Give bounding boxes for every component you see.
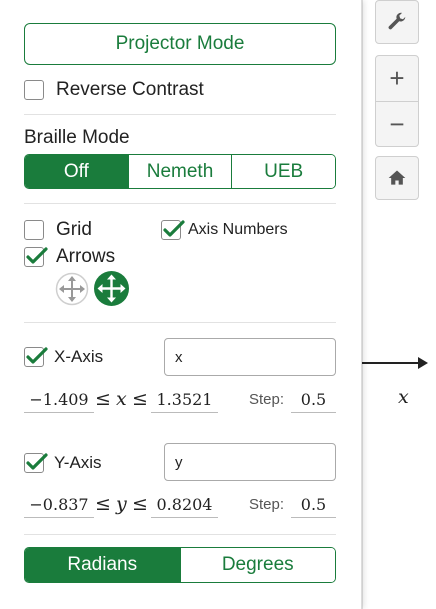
x-axis-label-input[interactable]: x — [164, 338, 336, 376]
y-axis-row: Y-Axis — [24, 452, 102, 474]
reverse-contrast-label: Reverse Contrast — [56, 79, 204, 100]
angle-mode-toggle: Radians Degrees — [24, 547, 336, 583]
axis-numbers-label: Axis Numbers — [188, 221, 288, 238]
grid-label: Grid — [56, 219, 92, 240]
checkmark-icon — [163, 220, 185, 237]
divider — [24, 322, 336, 323]
braille-option-ueb[interactable]: UEB — [231, 155, 335, 188]
projector-mode-button[interactable]: Projector Mode — [24, 23, 336, 65]
home-icon — [388, 170, 406, 185]
axis-numbers-row: Axis Numbers — [161, 219, 288, 241]
leq-symbol: ≤ — [95, 388, 111, 410]
y-max-field[interactable]: 0.8204 — [151, 491, 218, 518]
y-variable: y — [116, 493, 127, 515]
grid-checkbox[interactable] — [24, 220, 44, 240]
y-axis-label-text: Y-Axis — [54, 453, 102, 472]
axis-numbers-checkbox[interactable] — [161, 220, 185, 240]
reverse-contrast-checkbox[interactable] — [24, 80, 44, 100]
checkmark-icon — [26, 247, 48, 264]
y-axis-range-row: −0.837 ≤ y ≤ 0.8204 Step: 0.5 — [24, 491, 336, 519]
grid-row: Grid — [24, 219, 92, 241]
x-axis-range-row: −1.409 ≤ x ≤ 1.3521 Step: 0.5 — [24, 386, 336, 414]
divider — [24, 203, 336, 204]
x-axis-checkbox[interactable] — [24, 347, 48, 367]
x-variable: x — [116, 388, 127, 410]
y-step-field[interactable]: 0.5 — [291, 491, 336, 518]
x-axis-label-text: X-Axis — [54, 347, 104, 366]
arrow-style-none-option[interactable] — [55, 272, 89, 306]
divider — [24, 534, 336, 535]
braille-mode-toggle: Off Nemeth UEB — [24, 154, 336, 189]
arrows-checkbox[interactable] — [24, 247, 48, 267]
x-axis-row: X-Axis — [24, 346, 103, 368]
y-min-field[interactable]: −0.837 — [24, 491, 94, 518]
leq-symbol: ≤ — [132, 493, 148, 515]
reverse-contrast-row: Reverse Contrast — [24, 79, 204, 101]
four-way-arrow-icon — [94, 271, 129, 306]
arrows-label: Arrows — [56, 246, 116, 267]
graph-settings-panel: Projector Mode Reverse Contrast Braille … — [0, 0, 362, 609]
zoom-out-button[interactable]: − — [376, 101, 418, 147]
y-axis-label-input[interactable]: y — [164, 443, 336, 481]
leq-symbol: ≤ — [95, 493, 111, 515]
zoom-in-button[interactable]: + — [376, 56, 418, 101]
checkmark-icon — [26, 347, 48, 364]
x-step-field[interactable]: 0.5 — [291, 386, 336, 413]
arrows-row: Arrows — [24, 246, 115, 268]
default-viewport-button[interactable] — [375, 156, 419, 200]
checkmark-icon — [26, 453, 48, 470]
braille-option-nemeth[interactable]: Nemeth — [127, 155, 232, 188]
y-axis-checkbox[interactable] — [24, 453, 48, 473]
braille-mode-title: Braille Mode — [24, 127, 130, 148]
x-min-field[interactable]: −1.409 — [24, 386, 94, 413]
x-axis-line — [362, 362, 426, 364]
arrow-style-both-option[interactable] — [93, 270, 130, 307]
x-axis-label: x — [398, 386, 409, 408]
wrench-icon — [388, 12, 406, 30]
braille-option-off[interactable]: Off — [25, 155, 128, 188]
angle-option-degrees[interactable]: Degrees — [179, 548, 335, 582]
x-max-field[interactable]: 1.3521 — [151, 386, 218, 413]
leq-symbol: ≤ — [132, 388, 148, 410]
x-axis-arrow — [418, 357, 428, 369]
y-step-label: Step: — [249, 495, 285, 513]
four-way-arrow-icon — [55, 272, 89, 306]
divider — [24, 114, 336, 115]
x-step-label: Step: — [249, 390, 285, 408]
graph-settings-button[interactable] — [375, 0, 419, 44]
zoom-controls: + − — [375, 55, 419, 147]
angle-option-radians[interactable]: Radians — [25, 548, 180, 582]
